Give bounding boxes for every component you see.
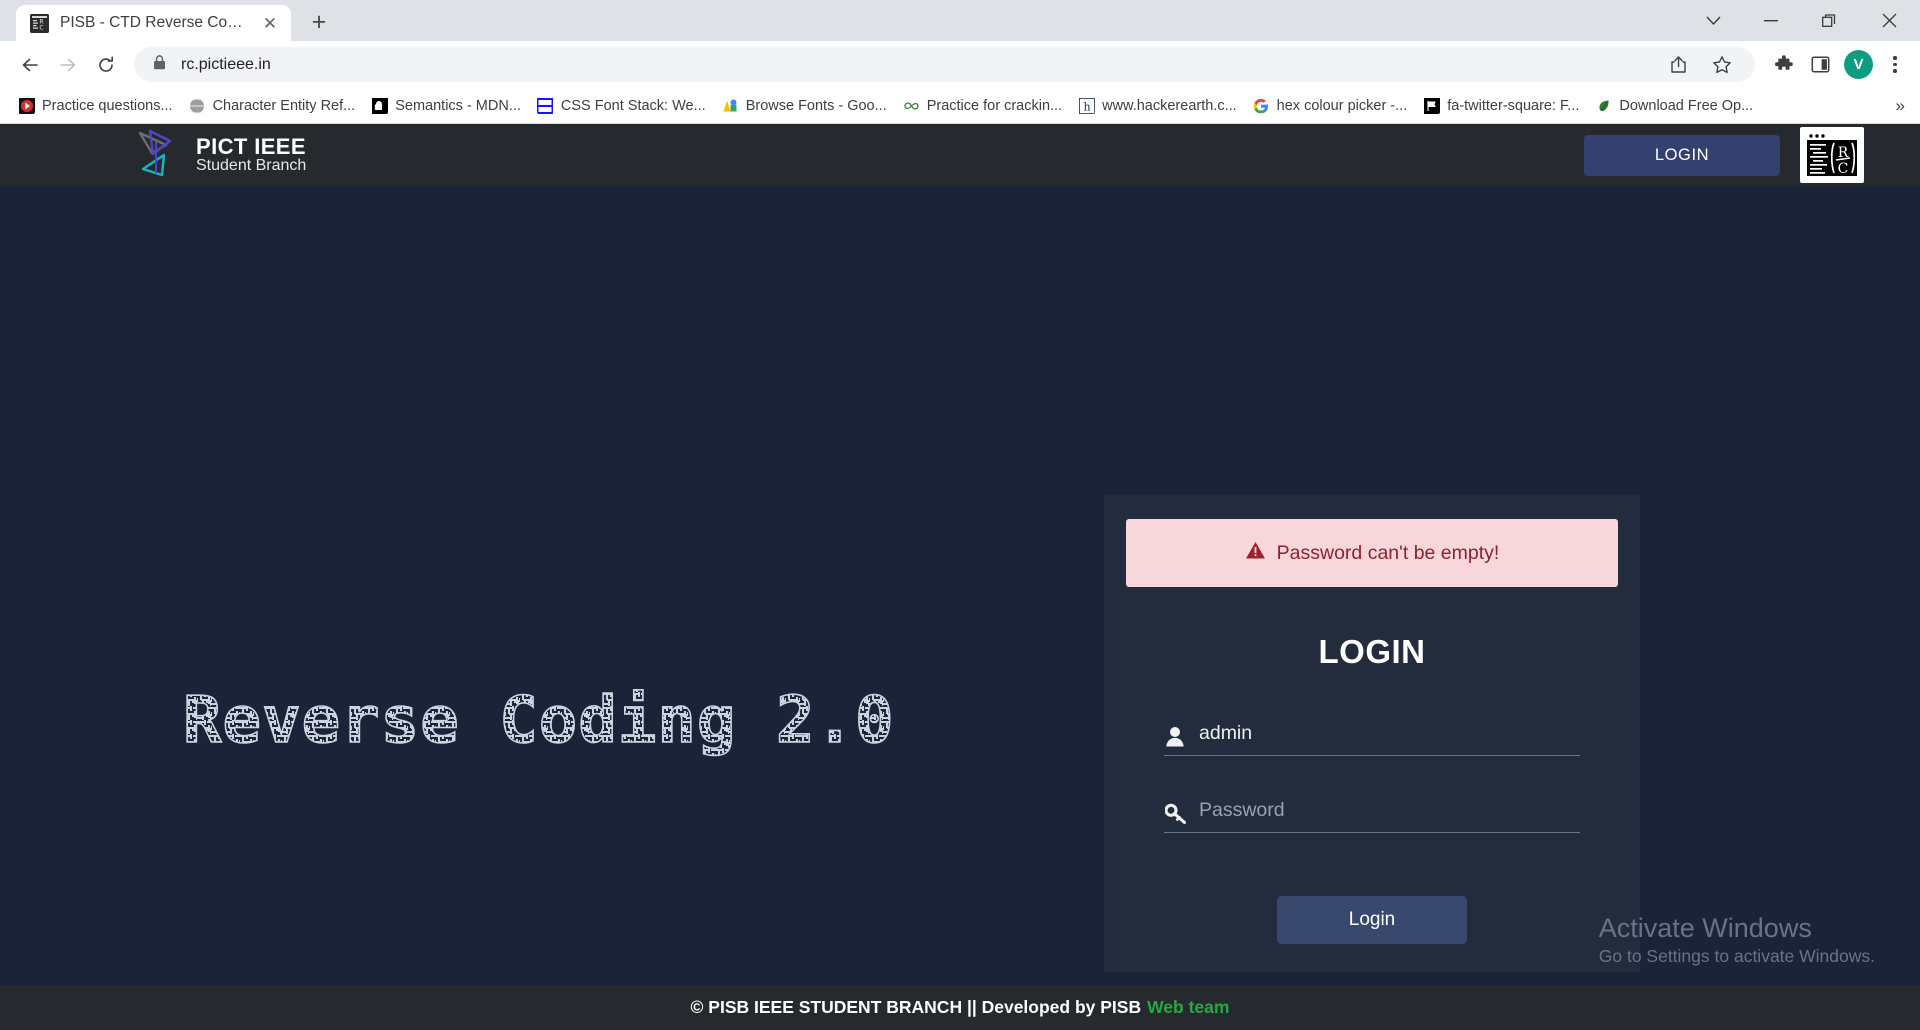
bookmark-item[interactable]: Browse Fonts - Goo... [714,93,895,118]
lock-icon [152,54,167,76]
mdn-icon [371,97,388,114]
page-viewport: PICT IEEE Student Branch LOGIN R C Rever… [0,124,1920,1030]
bookmark-label: CSS Font Stack: We... [560,97,706,114]
forward-button[interactable] [50,47,86,83]
avatar[interactable]: V [1844,50,1873,79]
watermark-subtitle: Go to Settings to activate Windows. [1598,946,1875,966]
svg-text:h: h [1083,100,1090,113]
bookmark-label: Character Entity Ref... [212,97,356,114]
bookmark-label: fa-twitter-square: F... [1447,97,1580,114]
fontawesome-flag-icon [1423,97,1440,114]
tab-strip: R C PISB - CTD Reverse Coding ✕ + [0,0,1920,41]
globe-icon [189,97,206,114]
login-submit-button[interactable]: Login [1277,896,1467,944]
activate-windows-watermark: Activate Windows Go to Settings to activ… [1599,912,1875,967]
username-input[interactable] [1199,722,1580,747]
brand-line2: Student Branch [196,157,307,175]
tab-search-button[interactable] [1684,0,1742,41]
tab-title: PISB - CTD Reverse Coding [60,14,248,31]
browser-window: R C PISB - CTD Reverse Coding ✕ + rc.pic… [0,0,1920,1030]
reverse-coding-logo[interactable]: R C [1800,127,1864,183]
side-panel-icon[interactable] [1803,48,1837,82]
bookmark-item[interactable]: Semantics - MDN... [363,93,529,118]
bookmark-label: Practice for crackin... [926,97,1063,114]
reload-button[interactable] [88,47,124,83]
bookmark-item[interactable]: hex colour picker -... [1245,93,1416,118]
error-alert: Password can't be empty! [1126,519,1618,587]
username-field-row[interactable] [1164,721,1580,756]
play-circle-icon [18,97,35,114]
bookmark-label: Practice questions... [42,97,173,114]
bookmarks-bar: Practice questions... Character Entity R… [0,88,1920,124]
tab-close-button[interactable]: ✕ [259,12,281,34]
hackerearth-icon: h [1078,97,1095,114]
password-field-row[interactable] [1164,798,1580,833]
svg-text:C: C [39,24,43,31]
google-icon [1253,97,1270,114]
hero-title-graphic: Reverse Coding 2.0 [183,683,895,759]
bookmark-label: Browse Fonts - Goo... [745,97,887,114]
extensions-icon[interactable] [1767,48,1801,82]
header-login-button[interactable]: LOGIN [1584,134,1780,176]
browser-menu-button[interactable] [1880,48,1910,82]
bookmark-label: Download Free Op... [1619,97,1754,114]
restore-button[interactable] [1800,0,1858,41]
bookmark-item[interactable]: h www.hackerearth.c... [1070,93,1245,118]
browser-toolbar: rc.pictieee.in V [0,41,1920,88]
bookmark-item[interactable]: CSS Font Stack: We... [529,93,714,118]
warning-triangle-icon [1245,541,1266,566]
cssfontstack-icon [537,97,554,114]
bookmark-item[interactable]: Character Entity Ref... [181,93,364,118]
bookmark-label: hex colour picker -... [1276,97,1408,114]
watermark-title: Activate Windows [1598,913,1812,944]
minimize-button[interactable] [1742,0,1800,41]
error-alert-text: Password can't be empty! [1276,541,1500,564]
login-card: Password can't be empty! LOGIN admin Log… [1104,495,1640,972]
rc-favicon: R C [30,13,49,33]
google-fonts-icon [722,97,739,114]
login-card-title: LOGIN [1318,633,1426,670]
bookmark-item[interactable]: Practice for crackin... [895,93,1070,118]
svg-text:Reverse Coding 2.0: Reverse Coding 2.0 [183,684,895,758]
infinity-icon [903,97,920,114]
share-icon[interactable] [1661,48,1695,82]
key-icon [1164,798,1186,824]
bookmark-item[interactable]: Practice questions... [10,93,181,118]
bookmarks-overflow-button[interactable]: » [1887,96,1914,116]
site-header: PICT IEEE Student Branch LOGIN R C [0,124,1920,186]
back-button[interactable] [12,47,48,83]
bookmark-label: Semantics - MDN... [395,97,521,114]
person-icon [1164,721,1186,747]
password-input[interactable] [1199,799,1580,824]
bookmark-label: www.hackerearth.c... [1102,97,1237,114]
brand[interactable]: PICT IEEE Student Branch [136,129,306,182]
browser-tab[interactable]: R C PISB - CTD Reverse Coding ✕ [16,5,291,41]
footer-text: © PISB IEEE STUDENT BRANCH || Developed … [690,997,1142,1017]
svg-text:C: C [1838,161,1849,177]
pict-ieee-logo [136,129,182,182]
star-icon[interactable] [1705,48,1739,82]
leaf-icon [1595,97,1612,114]
close-window-button[interactable] [1858,0,1920,41]
bookmark-item[interactable]: Download Free Op... [1587,93,1761,118]
window-controls [1684,0,1920,41]
url-text: rc.pictieee.in [181,55,271,73]
bookmark-item[interactable]: fa-twitter-square: F... [1415,93,1587,118]
footer-webteam-link[interactable]: Web team [1147,997,1229,1018]
new-tab-button[interactable]: + [302,5,336,39]
brand-line1: PICT IEEE [196,134,306,160]
address-bar[interactable]: rc.pictieee.in [134,47,1755,82]
site-footer: © PISB IEEE STUDENT BRANCH || Developed … [0,985,1920,1030]
